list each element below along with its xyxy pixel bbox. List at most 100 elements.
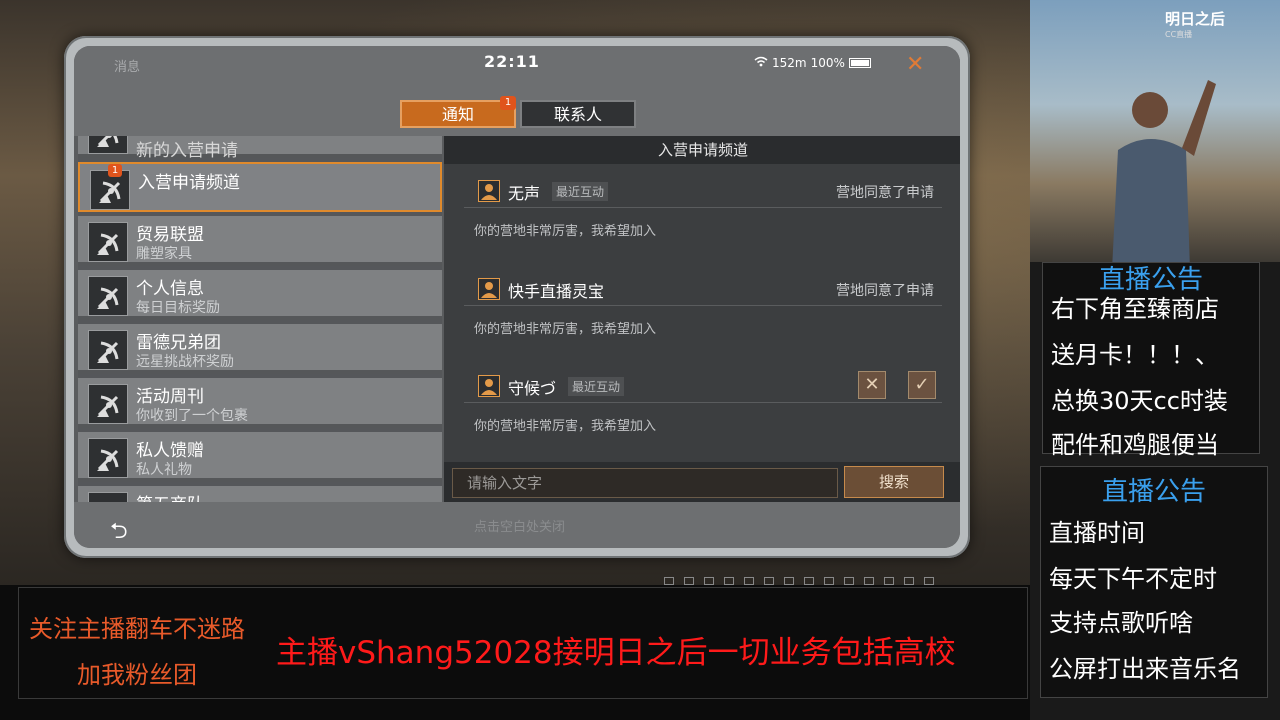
- phone-screen: 消息 22:11 152m 100% ✕ 通知 1 联系人 新的入营申请 1 入…: [74, 46, 960, 548]
- satellite-icon: [88, 276, 128, 316]
- bottom-bar: ⮌ 点击空白处关闭: [74, 502, 960, 548]
- list-item[interactable]: 私人馈赠 私人礼物: [78, 432, 442, 482]
- game-logo: 明日之后 CC直播: [1165, 8, 1225, 40]
- item-subtitle: 私人礼物: [136, 462, 192, 478]
- tool-icon[interactable]: [664, 577, 674, 585]
- item-title: 雷德兄弟团: [136, 333, 221, 353]
- item-subtitle: 雕塑家具: [136, 246, 192, 262]
- close-icon[interactable]: ✕: [906, 52, 924, 77]
- back-icon[interactable]: ⮌: [110, 514, 128, 548]
- tool-icon[interactable]: [704, 577, 714, 585]
- follow-line-2: 加我粉丝团: [77, 661, 197, 689]
- item-badge: 1: [108, 164, 122, 177]
- item-title: 入营申请频道: [138, 173, 240, 193]
- tab-badge: 1: [500, 96, 516, 110]
- sender-name: 快手直播灵宝: [508, 282, 605, 301]
- item-subtitle: 你收到了一个包裹: [136, 408, 248, 424]
- avatar-icon[interactable]: [478, 278, 500, 300]
- channel-list[interactable]: 新的入营申请 1 入营申请频道 贸易联盟 雕塑家具 个人信息 每日目标奖励 雷德…: [78, 136, 442, 502]
- message-item: 快手直播灵宝 营地同意了申请 你的营地非常厉害，我希望加入: [464, 272, 952, 358]
- sender-name: 守候づ: [508, 379, 557, 398]
- accept-button[interactable]: ✓: [908, 371, 936, 399]
- tool-icon[interactable]: [784, 577, 794, 585]
- item-title: 活动周刊: [136, 387, 204, 407]
- notice-line: 总换30天cc时装: [1051, 387, 1228, 415]
- tool-icon[interactable]: [844, 577, 854, 585]
- wifi-icon: [754, 56, 768, 70]
- list-item[interactable]: 新的入营申请: [78, 136, 442, 161]
- recent-tag: 最近互动: [568, 377, 625, 396]
- item-title: 私人馈赠: [136, 441, 204, 461]
- reject-button[interactable]: ✕: [858, 371, 886, 399]
- message-text: 你的营地非常厉害，我希望加入: [474, 419, 657, 434]
- search-button[interactable]: 搜索: [844, 466, 944, 498]
- notice-title: 直播公告: [1101, 477, 1206, 507]
- tool-icon[interactable]: [864, 577, 874, 585]
- game-toolbar: [664, 577, 934, 585]
- message-text: 你的营地非常厉害，我希望加入: [474, 224, 657, 239]
- request-status: 营地同意了申请: [836, 283, 934, 299]
- tab-notifications[interactable]: 通知 1: [400, 96, 516, 128]
- message-text: 你的营地非常厉害，我希望加入: [474, 322, 657, 337]
- satellite-icon: [88, 330, 128, 370]
- clock: 22:11: [484, 52, 540, 71]
- tab-label: 通知: [441, 105, 474, 124]
- notice-line: 右下角至臻商店: [1051, 295, 1219, 323]
- list-item[interactable]: 第五商队: [78, 486, 442, 502]
- notice-line: 支持点歌听啥: [1049, 609, 1193, 637]
- search-input[interactable]: 请输入文字: [452, 468, 838, 498]
- character-figure: [1112, 80, 1216, 262]
- follow-line-1: 关注主播翻车不迷路: [29, 615, 245, 643]
- in-game-phone: 消息 22:11 152m 100% ✕ 通知 1 联系人 新的入营申请 1 入…: [64, 36, 970, 558]
- stream-frame: { "status_bar": { "app_label": "消息", "ti…: [0, 0, 1280, 720]
- logo-subtext: CC直播: [1165, 30, 1193, 39]
- notice-line: 配件和鸡腿便当: [1051, 431, 1219, 459]
- network-speed: 152m: [772, 56, 807, 70]
- list-item[interactable]: 个人信息 每日目标奖励: [78, 270, 442, 320]
- avatar-icon[interactable]: [478, 180, 500, 202]
- logo-text: 明日之后: [1165, 10, 1226, 28]
- satellite-icon: [88, 492, 128, 502]
- tab-bar: 通知 1 联系人: [74, 82, 960, 136]
- tool-icon[interactable]: [804, 577, 814, 585]
- tool-icon[interactable]: [744, 577, 754, 585]
- sender-name: 无声: [508, 184, 541, 203]
- message-header: 快手直播灵宝 营地同意了申请: [464, 272, 942, 306]
- list-item[interactable]: 活动周刊 你收到了一个包裹: [78, 378, 442, 428]
- search-bar: 请输入文字 搜索: [444, 462, 960, 502]
- recent-tag: 最近互动: [552, 182, 609, 201]
- tool-icon[interactable]: [824, 577, 834, 585]
- item-subtitle: 每日目标奖励: [136, 300, 220, 316]
- notice-line: 每天下午不定时: [1049, 565, 1217, 593]
- notice-line: 公屏打出来音乐名: [1049, 655, 1241, 683]
- list-item[interactable]: 1 入营申请频道: [78, 162, 442, 212]
- request-status: 营地同意了申请: [836, 185, 934, 201]
- satellite-icon: [88, 136, 128, 154]
- message-header: 无声 最近互动 营地同意了申请: [464, 174, 942, 208]
- close-hint: 点击空白处关闭: [474, 520, 566, 535]
- item-title: 第五商队: [136, 490, 204, 502]
- tab-contacts[interactable]: 联系人: [520, 100, 636, 128]
- notice-line: 送月卡！！！、: [1051, 341, 1219, 369]
- tool-icon[interactable]: [684, 577, 694, 585]
- tool-icon[interactable]: [764, 577, 774, 585]
- item-title: 个人信息: [136, 279, 204, 299]
- app-label: 消息: [114, 60, 141, 75]
- tool-icon[interactable]: [904, 577, 914, 585]
- avatar-icon[interactable]: [478, 375, 500, 397]
- panel-title: 入营申请频道: [444, 136, 960, 164]
- list-item[interactable]: 雷德兄弟团 远星挑战杯奖励: [78, 324, 442, 374]
- tab-label: 联系人: [553, 105, 602, 124]
- tool-icon[interactable]: [924, 577, 934, 585]
- battery-percent: 100%: [810, 56, 845, 70]
- item-title: 新的入营申请: [136, 141, 238, 161]
- tool-icon[interactable]: [724, 577, 734, 585]
- notice-line: 直播时间: [1049, 519, 1145, 547]
- tool-icon[interactable]: [884, 577, 894, 585]
- status-bar: 消息 22:11 152m 100% ✕: [74, 46, 960, 82]
- satellite-icon: [88, 222, 128, 262]
- message-item: 守候づ 最近互动 ✕ ✓ 你的营地非常厉害，我希望加入: [464, 369, 952, 455]
- message-item: 无声 最近互动 营地同意了申请 你的营地非常厉害，我希望加入: [464, 174, 952, 260]
- list-item[interactable]: 贸易联盟 雕塑家具: [78, 216, 442, 266]
- item-subtitle: 远星挑战杯奖励: [136, 354, 234, 370]
